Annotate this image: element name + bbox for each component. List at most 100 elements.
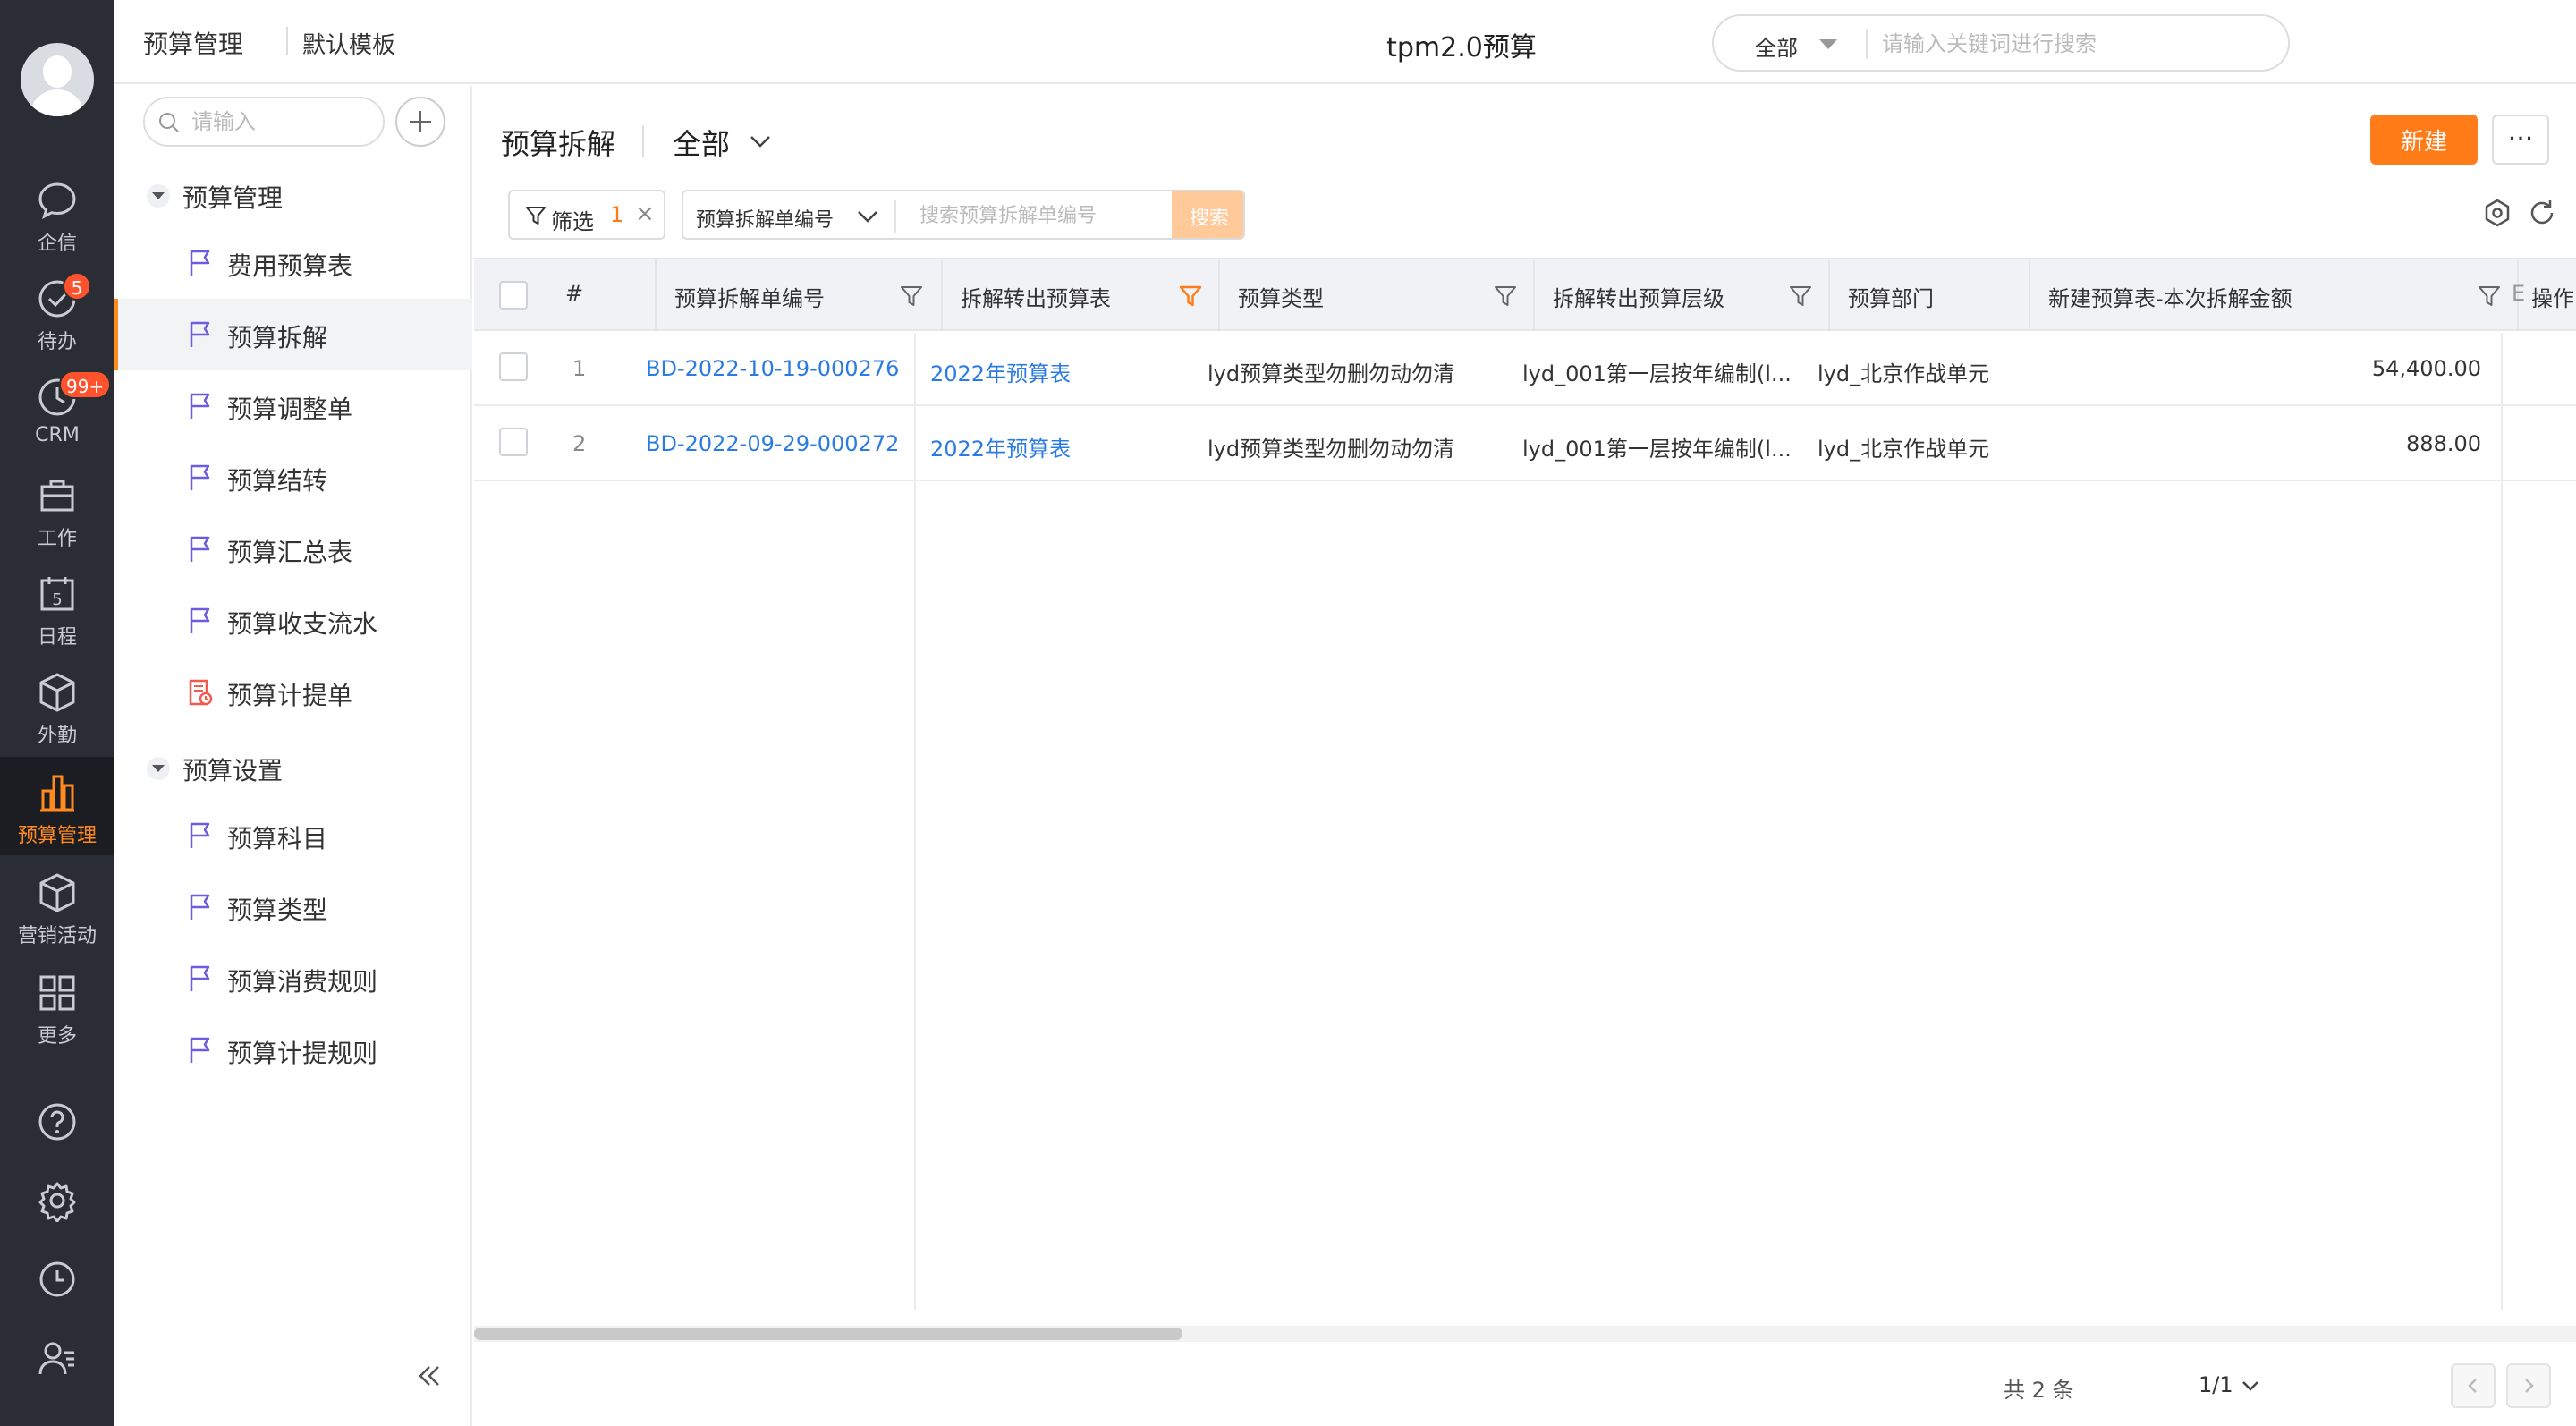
sidebar-item-label: 预算收支流水 [227, 609, 378, 639]
global-search-input[interactable] [1882, 25, 2267, 63]
rail-item-schedule[interactable]: 5 日程 [0, 558, 114, 657]
select-all-checkbox[interactable] [499, 281, 528, 310]
rail-item-label: 待办 [37, 331, 77, 353]
rail-item-label: 企信 [37, 233, 77, 255]
more-button[interactable]: ··· [2492, 115, 2549, 165]
fixed-column-divider [2501, 333, 2503, 1310]
header-dept[interactable]: 预算部门 [1830, 259, 2030, 331]
sidebar-item-label: 预算调整单 [227, 395, 353, 424]
header-level[interactable]: 拆解转出预算层级 [1535, 259, 1830, 331]
row-source-link[interactable]: 2022年预算表 [930, 431, 1199, 463]
row-code-link[interactable]: BD-2022-10-19-000276 [646, 356, 932, 381]
row-amount: 54,400.00 [2371, 356, 2481, 381]
sidebar-item-budget-flow[interactable]: 预算收支流水 [114, 585, 472, 657]
header-index: # [546, 259, 657, 331]
sidebar-item-consume-rules[interactable]: 预算消费规则 [114, 943, 472, 1014]
sidebar-item-accrual-rules[interactable]: 预算计提规则 [114, 1014, 472, 1086]
row-index: 1 [572, 356, 587, 381]
sidebar-item-expense-budget[interactable]: 费用预算表 [114, 227, 472, 299]
filter-icon[interactable] [1787, 283, 1814, 310]
new-button[interactable]: 新建 [2370, 115, 2478, 165]
rail-item-field[interactable]: 外勤 [0, 657, 114, 755]
avatar[interactable] [21, 43, 94, 116]
rail-item-crm[interactable]: 99+ CRM [0, 361, 114, 460]
search-field-select[interactable]: 预算拆解单编号 [696, 204, 848, 233]
rail-item-label: 日程 [37, 626, 77, 649]
sidebar-item-budget-adjust[interactable]: 预算调整单 [114, 370, 472, 442]
rail-item-todo[interactable]: 5 待办 [0, 263, 114, 361]
settings-icon[interactable] [36, 1179, 79, 1222]
scrollbar-thumb[interactable] [474, 1328, 1182, 1340]
header-amount[interactable]: 新建预算表-本次拆解金额 [2030, 259, 2519, 331]
field-search-input[interactable] [919, 199, 1188, 233]
next-page-button[interactable] [2506, 1363, 2551, 1408]
page-select[interactable]: 1/1 [2199, 1372, 2233, 1397]
sidebar-item-budget-type[interactable]: 预算类型 [114, 871, 472, 943]
sidebar-item-budget-accrual[interactable]: 预算计提单 [114, 657, 472, 728]
rail-item-more[interactable]: 更多 [0, 957, 114, 1056]
search-scope-select[interactable]: 全部 [1755, 30, 1798, 62]
filter-active-icon[interactable] [1177, 283, 1204, 310]
header-code[interactable]: 预算拆解单编号 [657, 259, 943, 331]
filter-icon [526, 207, 546, 225]
group-budget-settings[interactable]: 预算设置 [114, 737, 472, 791]
frozen-column-divider [914, 333, 916, 1310]
flag-icon [190, 464, 210, 490]
prev-page-button[interactable] [2451, 1363, 2496, 1408]
top-bar: 预算管理 默认模板 tpm2.0预算 全部 [114, 0, 2576, 84]
filter-icon[interactable] [2476, 283, 2503, 310]
rail-item-label: 外勤 [37, 725, 77, 747]
filter-chip[interactable]: 筛选 1 × [508, 190, 665, 240]
scope-select[interactable]: 全部 [673, 122, 770, 163]
sidebar-item-budget-split[interactable]: 预算拆解 [114, 299, 472, 370]
rail-item-qixin[interactable]: 企信 [0, 165, 114, 263]
rail-item-work[interactable]: 工作 [0, 460, 114, 558]
flag-icon [190, 822, 210, 848]
row-code-link[interactable]: BD-2022-09-29-000272 [646, 431, 932, 456]
rail-item-label: 预算管理 [17, 825, 97, 847]
contacts-icon[interactable] [36, 1337, 79, 1379]
header-type[interactable]: 预算类型 [1220, 259, 1535, 331]
rail-item-marketing[interactable]: 营销活动 [0, 857, 114, 955]
chevron-right-icon [2525, 1379, 2534, 1393]
chevron-down-icon[interactable] [2240, 1378, 2261, 1394]
sidebar-item-budget-summary[interactable]: 预算汇总表 [114, 514, 472, 585]
template-name[interactable]: 默认模板 [302, 27, 395, 60]
history-icon[interactable] [36, 1258, 79, 1301]
breadcrumb-module[interactable]: 预算管理 [143, 25, 243, 61]
sidebar-item-budget-subject[interactable]: 预算科目 [114, 800, 472, 871]
rail-item-label: 营销活动 [17, 925, 97, 947]
flag-icon [190, 894, 210, 920]
search-button[interactable]: 搜索 [1172, 191, 1243, 238]
group-label: 预算管理 [182, 183, 284, 213]
caret-down-icon[interactable] [1819, 39, 1837, 49]
bar-chart-icon [40, 775, 74, 812]
rail-item-budget[interactable]: 预算管理 [0, 757, 114, 855]
field-divider [894, 200, 896, 233]
horizontal-scrollbar[interactable] [474, 1326, 2576, 1342]
group-label: 预算设置 [182, 756, 284, 785]
filter-icon[interactable] [1492, 283, 1519, 310]
row-checkbox[interactable] [499, 352, 528, 381]
add-button[interactable] [395, 97, 445, 147]
grid-icon [39, 975, 75, 1011]
refresh-icon[interactable] [2526, 197, 2558, 229]
group-budget-management[interactable]: 预算管理 [114, 165, 472, 218]
breadcrumb-divider [286, 27, 288, 55]
collapse-sidebar-icon[interactable] [413, 1360, 445, 1392]
sidebar-search-input[interactable] [191, 106, 370, 138]
help-icon[interactable] [36, 1100, 79, 1143]
row-type: lyd预算类型勿删勿动勿清 [1208, 361, 1455, 386]
table-row[interactable]: 2 BD-2022-09-29-000272 2022年预算表 lyd预算类型勿… [474, 406, 2576, 481]
settings-icon[interactable] [2481, 197, 2513, 229]
row-checkbox[interactable] [499, 428, 528, 456]
row-source-link[interactable]: 2022年预算表 [930, 356, 1199, 387]
column-header-label: 预算类型 [1238, 286, 1324, 311]
close-icon[interactable]: × [635, 200, 655, 227]
table-row[interactable]: 1 BD-2022-10-19-000276 2022年预算表 lyd预算类型勿… [474, 331, 2576, 406]
flag-icon [190, 321, 210, 347]
sidebar-item-budget-carryover[interactable]: 预算结转 [114, 442, 472, 514]
header-source[interactable]: 拆解转出预算表 [943, 259, 1220, 331]
filter-icon[interactable] [898, 283, 925, 310]
chevron-down-icon[interactable] [855, 208, 880, 225]
